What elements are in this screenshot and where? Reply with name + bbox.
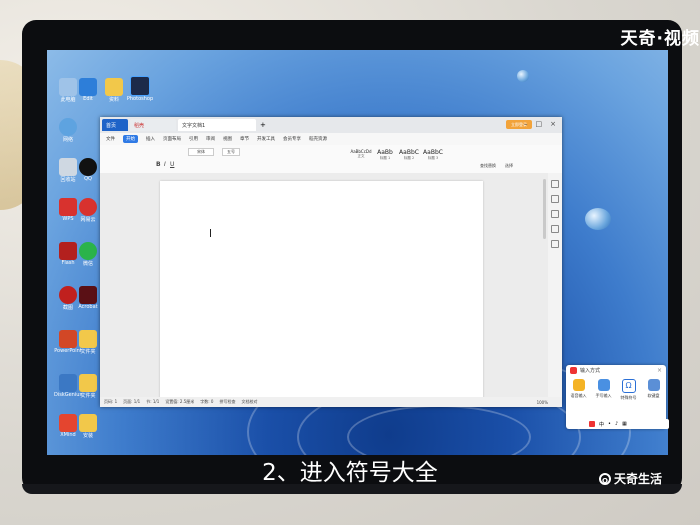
qq-icon xyxy=(79,158,97,176)
wps-writer-window: 首页 稻壳 文字文档1 + 立即登录 – □ × 文件 开始 插入 页面布局 引用 审阅 视… xyxy=(100,117,562,407)
pen-icon[interactable] xyxy=(551,180,559,188)
maximize-icon[interactable]: □ xyxy=(536,120,543,128)
style-option[interactable]: AaBbCcDd 正文 xyxy=(350,149,372,159)
close-icon[interactable]: × xyxy=(550,120,556,128)
video-subtitle: 2、进入符号大全 xyxy=(262,460,438,486)
network-icon xyxy=(59,118,77,136)
special-symbols-button[interactable]: Ω 特殊符号 xyxy=(619,379,639,401)
minimize-icon[interactable]: – xyxy=(524,120,528,128)
menu-item[interactable]: 页面布局 xyxy=(163,136,181,142)
style-name: 标题 3 xyxy=(427,156,439,160)
new-tab-button[interactable]: + xyxy=(260,121,266,129)
ime-mode-icon: 中 xyxy=(599,421,605,428)
handwriting-button[interactable]: 手写输入 xyxy=(594,379,614,401)
folder-icon xyxy=(79,330,97,348)
water-drop xyxy=(517,70,529,82)
find-replace-button[interactable]: 查找替换 xyxy=(480,163,496,169)
tianqi-logo-icon: Q xyxy=(598,472,611,485)
ribbon-toolbar: 宋体 五号 B I U AaBbCcDd 正文 AaBb 标题 1 AaBbC 标题 2A… xyxy=(100,145,562,174)
acrobat-icon xyxy=(79,286,97,304)
menu-item[interactable]: 插入 xyxy=(146,136,155,142)
document-page[interactable] xyxy=(160,181,483,401)
menu-item[interactable]: 章节 xyxy=(240,136,249,142)
netease-music-icon xyxy=(79,198,97,216)
font-name-select[interactable]: 宋体 xyxy=(188,148,214,156)
tab-home[interactable]: 首页 xyxy=(102,119,128,131)
spellcheck-toggle[interactable]: 拼写检查 xyxy=(219,399,235,405)
style-sample: AaBb xyxy=(377,149,393,156)
status-bar: 页码: 1 页面: 1/1 节: 1/1 设置值: 2.5厘米 字数: 0 拼写… xyxy=(100,397,562,407)
sogou-logo-icon xyxy=(570,367,577,374)
bottom-watermark: Q 天奇生活 xyxy=(598,470,662,487)
keyboard-icon: ▦ xyxy=(622,421,627,427)
punctuation-icon: • xyxy=(608,421,611,427)
status-pages: 页面: 1/1 xyxy=(123,399,141,404)
text-cursor xyxy=(210,229,211,237)
voice-input-button[interactable]: 语音输入 xyxy=(569,379,589,401)
menu-item[interactable]: 开发工具 xyxy=(257,136,275,142)
font-size-select[interactable]: 五号 xyxy=(222,148,240,156)
tab-docer[interactable]: 稻壳 xyxy=(130,119,176,131)
desktop-icon[interactable]: Photoshop xyxy=(119,76,161,102)
wechat-icon xyxy=(79,242,97,260)
vertical-scrollbar[interactable] xyxy=(543,179,546,239)
menu-item[interactable]: 开始 xyxy=(123,135,138,143)
proofread-button[interactable]: 文档校对 xyxy=(241,399,257,405)
title-bar: 首页 稻壳 文字文档1 + 立即登录 – □ × xyxy=(100,117,562,133)
style-sample: AaBbC xyxy=(399,149,419,156)
bold-button[interactable]: B xyxy=(156,161,161,168)
top-watermark: 天奇·视频 xyxy=(620,29,700,49)
sogou-icon xyxy=(589,421,595,427)
zoom-level[interactable]: 100% xyxy=(537,400,548,405)
ime-title: 输入方式 xyxy=(580,368,601,374)
soft-keyboard-button[interactable]: 软键盘 xyxy=(644,379,664,401)
menu-item[interactable]: 引用 xyxy=(189,136,198,142)
style-name: 正文 xyxy=(357,154,365,158)
status-position: 设置值: 2.5厘米 xyxy=(165,399,195,404)
installer-icon xyxy=(79,414,97,432)
menu-item[interactable]: 视图 xyxy=(223,136,232,142)
ime-status-bar[interactable]: 中 • ♪ ▦ xyxy=(586,419,669,429)
status-section: 节: 1/1 xyxy=(146,399,160,404)
window-controls: – □ × xyxy=(524,120,556,128)
status-words[interactable]: 字数: 0 xyxy=(200,399,213,405)
share-icon[interactable] xyxy=(551,225,559,233)
document-canvas xyxy=(100,173,562,401)
pen-icon xyxy=(597,379,610,391)
style-name: 标题 2 xyxy=(403,156,415,160)
right-sidebar xyxy=(548,173,562,397)
water-drop xyxy=(585,208,611,230)
menu-item[interactable]: 审阅 xyxy=(206,136,215,142)
italic-button[interactable]: I xyxy=(164,161,166,168)
underline-button[interactable]: U xyxy=(170,161,174,168)
desktop-icon[interactable]: 安装 xyxy=(67,414,109,439)
microphone-icon: ♪ xyxy=(614,421,619,427)
folder-icon xyxy=(79,374,97,392)
style-option[interactable]: AaBbC 标题 3 xyxy=(422,149,444,161)
ime-header: 输入方式 xyxy=(566,365,666,376)
status-page: 页码: 1 xyxy=(104,399,118,404)
style-option[interactable]: AaBb 标题 1 xyxy=(374,149,396,161)
style-sample: AaBbC xyxy=(423,149,443,156)
omega-icon: Ω xyxy=(621,379,636,393)
tab-document[interactable]: 文字文档1 xyxy=(178,119,256,131)
menu-item[interactable]: 文件 xyxy=(106,136,115,142)
menu-item[interactable]: 稻壳资源 xyxy=(309,136,327,142)
close-icon[interactable]: × xyxy=(657,367,662,374)
microphone-icon xyxy=(572,379,585,391)
help-icon[interactable] xyxy=(551,240,559,248)
select-button[interactable]: 选择 xyxy=(505,163,513,169)
style-name: 标题 1 xyxy=(379,156,391,160)
style-option[interactable]: AaBbC 标题 2 xyxy=(398,149,420,161)
desktop-icon[interactable]: 网络 xyxy=(47,118,89,143)
ime-button-row: 语音输入 手写输入 Ω 特殊符号 软键盘 xyxy=(566,376,666,401)
keyboard-icon xyxy=(647,379,660,391)
menu-bar: 文件 开始 插入 页面布局 引用 审阅 视图 章节 开发工具 会员专享 稻壳资源 xyxy=(100,133,562,145)
cursor-icon[interactable] xyxy=(551,195,559,203)
settings-icon[interactable] xyxy=(551,210,559,218)
photoshop-icon xyxy=(130,76,150,96)
menu-item[interactable]: 会员专享 xyxy=(283,136,301,142)
